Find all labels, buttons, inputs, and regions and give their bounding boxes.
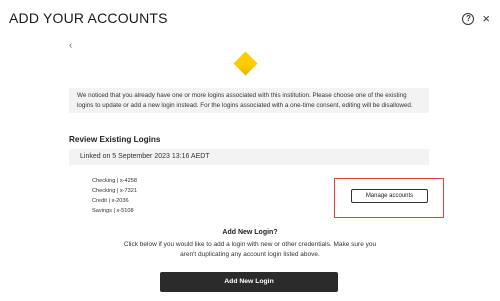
account-item: Credit | x-2036 [92,198,129,204]
close-icon[interactable]: × [482,12,490,25]
account-item: Savings | x-5108 [92,208,134,214]
account-item: Checking | x-7321 [92,188,137,194]
add-new-login-description: Click below if you would like to add a l… [123,241,377,258]
account-item: Checking | x-4258 [92,178,137,184]
add-new-login-heading: Add New Login? [222,229,278,236]
duplicate-login-notice: We noticed that you already have one or … [69,88,429,113]
header-actions: ? × [462,12,490,25]
help-icon[interactable]: ? [462,13,475,25]
existing-accounts-list: Checking | x-4258 Checking | x-7321 Cred… [92,176,137,216]
manage-accounts-button[interactable]: Manage accounts [351,189,428,203]
review-existing-logins-heading: Review Existing Logins [69,135,161,144]
back-chevron-icon[interactable]: ‹ [69,40,72,51]
page-title: ADD YOUR ACCOUNTS [9,10,168,26]
institution-logo [233,51,258,76]
add-new-login-button[interactable]: Add New Login [160,272,338,292]
linked-on-bar: Linked on 5 September 2023 13:16 AEDT [69,149,429,165]
